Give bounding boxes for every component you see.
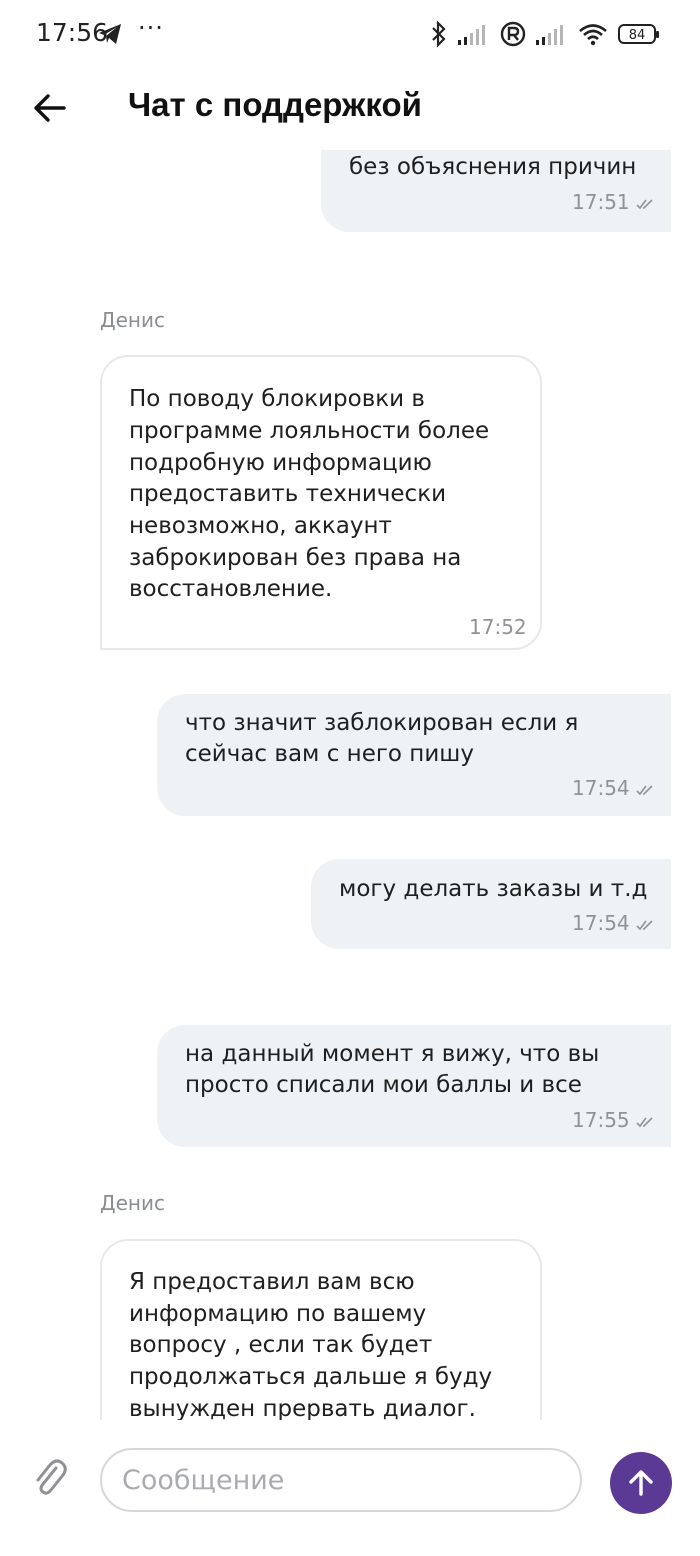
message-text-line: продолжаться дальше я буду: [129, 1364, 493, 1390]
message-text-line: заброкирован без права на: [129, 545, 462, 571]
arrow-up-icon: [629, 1470, 653, 1496]
message-bubble-outgoing[interactable]: без объяснения причин 17:51: [321, 150, 671, 232]
sender-name: Денис: [100, 1191, 165, 1215]
paperclip-icon[interactable]: [32, 1458, 68, 1498]
message-time: 17:54: [572, 776, 630, 800]
message-input[interactable]: [100, 1448, 582, 1512]
signal-icon: [458, 25, 485, 45]
message-time: 17:54: [572, 911, 630, 935]
message-bubble-incoming[interactable]: Я предоставил вам всю информацию по ваше…: [100, 1239, 542, 1420]
double-check-icon: [636, 785, 653, 796]
arrow-left-icon[interactable]: [30, 88, 70, 128]
message-text-line: По поводу блокировки в: [129, 386, 425, 412]
wifi-icon: [579, 24, 607, 46]
message-bubble-outgoing[interactable]: могу делать заказы и т.д 17:54: [311, 859, 671, 949]
message-text-line: подробную информацию: [129, 450, 432, 476]
message-time: 17:55: [572, 1108, 630, 1132]
message-text-line: программе лояльности более: [129, 418, 490, 444]
message-text-line: Я предоставил вам всю: [129, 1269, 415, 1295]
message-time: 17:51: [572, 190, 630, 214]
sender-name: Денис: [100, 308, 165, 332]
message-bubble-outgoing[interactable]: на данный момент я вижу, что вы просто с…: [157, 1025, 671, 1147]
message-text-line: невозможно, аккаунт: [129, 513, 392, 539]
system-icons: 84: [430, 20, 659, 48]
double-check-icon: [636, 199, 653, 210]
bluetooth-icon: [432, 20, 446, 48]
battery-icon: 84: [618, 24, 659, 44]
page-title: Чат с поддержкой: [128, 86, 422, 123]
roaming-icon: [500, 21, 526, 47]
message-text-line: могу делать заказы и т.д: [339, 876, 648, 902]
message-text-line: восстановление.: [129, 576, 333, 602]
app-header: Чат с поддержкой: [0, 70, 700, 150]
message-bubble-outgoing[interactable]: что значит заблокирован если я сейчас ва…: [157, 694, 671, 816]
signal-icon: [536, 25, 563, 45]
double-check-icon: [636, 1117, 653, 1128]
message-text-line: информацию по вашему: [129, 1301, 427, 1327]
message-composer: [0, 1420, 700, 1556]
message-bubble-incoming[interactable]: По поводу блокировки в программе лояльно…: [100, 355, 542, 650]
message-text-line: просто списали мои баллы и все: [185, 1072, 582, 1098]
message-text-line: предоставить технически: [129, 481, 447, 507]
send-button[interactable]: [610, 1452, 672, 1514]
message-text: без объяснения причин: [349, 154, 637, 180]
telegram-icon: [99, 24, 121, 44]
more-notifications-icon: ···: [138, 14, 164, 42]
message-time: 17:52: [469, 615, 527, 639]
message-text-line: сейчас вам с него пишу: [185, 741, 474, 767]
message-text-line: вопросу , если так будет: [129, 1332, 433, 1358]
message-text-line: вынужден прервать диалог.: [129, 1396, 476, 1420]
message-text-line: на данный момент я вижу, что вы: [185, 1041, 600, 1067]
message-list[interactable]: без объяснения причин 17:51 Денис По пов…: [0, 150, 700, 1420]
double-check-icon: [636, 920, 653, 931]
status-bar: 17:56 ··· 84: [0, 0, 700, 70]
message-text-line: что значит заблокирован если я: [185, 710, 579, 736]
